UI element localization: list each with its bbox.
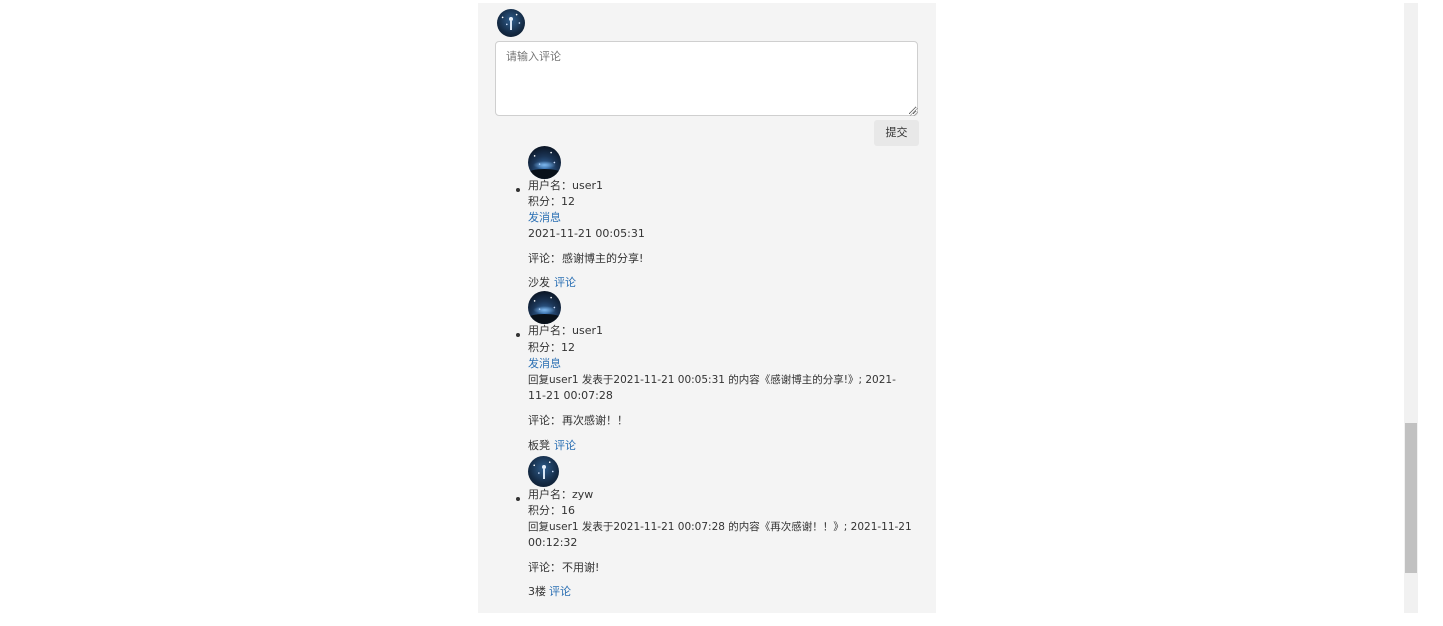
comment-meta-continued: 11-21 00:07:28 <box>528 389 613 402</box>
comment-label: 评论： <box>528 252 561 265</box>
comments-panel: 提交 用户名：user1 积分：12 发消息 2021-11-21 00:05:… <box>478 3 936 613</box>
reply-link[interactable]: 评论 <box>554 438 576 454</box>
page: 提交 用户名：user1 积分：12 发消息 2021-11-21 00:05:… <box>0 0 1443 626</box>
comment-text: 不用谢! <box>562 561 600 574</box>
comment-meta: 2021-11-21 00:05:31 <box>528 227 645 240</box>
points-label: 积分：12 <box>528 341 575 354</box>
resize-grip-icon[interactable] <box>910 108 918 116</box>
username-label: 用户名：user1 <box>528 324 603 337</box>
reply-link[interactable]: 评论 <box>554 275 576 291</box>
username-label: 用户名：user1 <box>528 179 603 192</box>
comment-meta-continued: 00:12:32 <box>528 536 578 549</box>
avatar <box>528 291 561 324</box>
send-message-link[interactable]: 发消息 <box>528 356 561 372</box>
avatar <box>528 146 561 179</box>
floor-label: 3楼 <box>528 585 546 598</box>
send-message-link[interactable]: 发消息 <box>528 210 561 226</box>
bullet-icon <box>516 333 520 337</box>
reply-link[interactable]: 评论 <box>549 584 571 600</box>
bullet-icon <box>516 188 520 192</box>
username-label: 用户名：zyw <box>528 488 594 501</box>
comment-input[interactable] <box>495 41 918 116</box>
comment-meta: 回复user1 发表于2021-11-21 00:05:31 的内容《感谢博主的… <box>528 374 896 386</box>
comment-label: 评论： <box>528 561 561 574</box>
current-user-avatar <box>497 9 525 37</box>
avatar <box>528 456 559 487</box>
floor-label: 板凳 <box>528 439 550 452</box>
comment-text: 再次感谢！！ <box>562 414 628 427</box>
points-label: 积分：16 <box>528 504 575 517</box>
scrollbar-thumb[interactable] <box>1405 423 1417 573</box>
comment-meta: 回复user1 发表于2021-11-21 00:07:28 的内容《再次感谢！… <box>528 521 912 533</box>
bullet-icon <box>516 497 520 501</box>
points-label: 积分：12 <box>528 195 575 208</box>
comment-text: 感谢博主的分享! <box>562 252 644 265</box>
submit-button[interactable]: 提交 <box>874 120 919 146</box>
floor-label: 沙发 <box>528 276 550 289</box>
comment-label: 评论： <box>528 414 561 427</box>
